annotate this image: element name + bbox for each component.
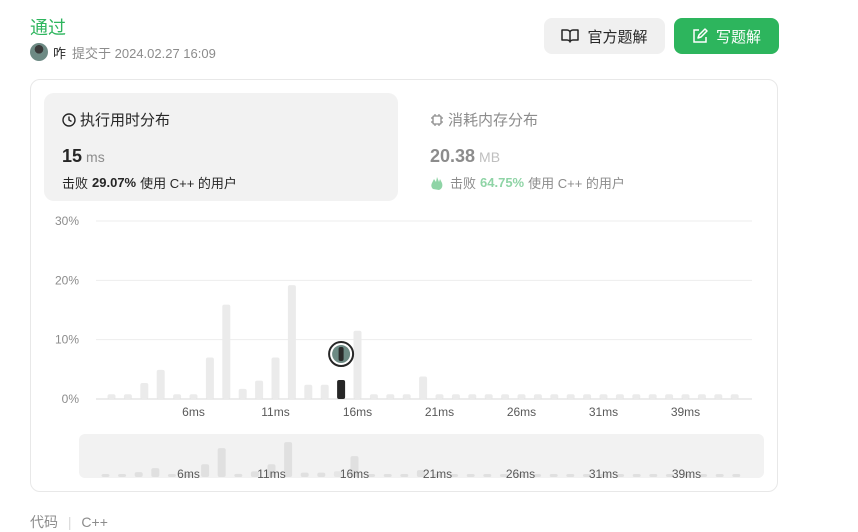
bar-current	[337, 380, 346, 399]
overview-bar	[566, 474, 575, 477]
code-section-header: 代码 | C++	[30, 514, 108, 530]
overview-tick-label: 11ms	[257, 467, 285, 481]
overview-tick-label: 39ms	[672, 467, 701, 481]
overview-bar	[118, 474, 127, 477]
bar	[205, 357, 214, 399]
x-tick-label: 6ms	[182, 405, 205, 419]
bar	[419, 376, 428, 399]
x-tick-label: 31ms	[589, 405, 618, 419]
overview-bar	[466, 474, 475, 477]
bar	[599, 394, 608, 399]
overview-bar	[549, 474, 558, 477]
code-language: C++	[81, 514, 108, 530]
bar	[632, 394, 641, 399]
current-marker-figure	[338, 347, 344, 362]
overview-tick-label: 16ms	[340, 467, 369, 481]
bar	[517, 394, 526, 399]
bar	[369, 394, 378, 399]
code-label: 代码	[30, 514, 58, 530]
y-tick-label: 30%	[55, 214, 79, 228]
bar	[501, 394, 510, 399]
bar	[189, 394, 198, 399]
y-tick-label: 20%	[55, 273, 79, 287]
bar	[714, 394, 723, 399]
overview-bar	[383, 474, 392, 477]
bar	[730, 394, 739, 399]
bar	[615, 394, 624, 399]
bar	[238, 388, 247, 399]
runtime-distribution-chart[interactable]: 30% 20% 10% 0% 6ms 11ms 16ms 21ms 26ms 31ms 39ms 6m…	[0, 0, 858, 522]
overview-tick-label: 21ms	[423, 467, 452, 481]
overview-bar	[400, 474, 409, 477]
bar	[255, 380, 264, 399]
overview-bar	[649, 474, 658, 477]
bar	[287, 285, 296, 399]
overview-bar	[234, 473, 243, 477]
overview-tick-label: 26ms	[506, 467, 535, 481]
bar	[353, 330, 362, 399]
x-tick-label: 21ms	[425, 405, 454, 419]
bar	[386, 394, 395, 399]
x-tick-label: 11ms	[261, 405, 289, 419]
overview-bar	[300, 472, 309, 477]
y-tick-label: 10%	[55, 333, 79, 347]
bar	[468, 394, 477, 399]
overview-tick-label: 6ms	[177, 467, 200, 481]
overview-bar	[201, 464, 210, 477]
bar	[107, 394, 116, 399]
overview-bar	[134, 472, 143, 477]
overview-tick-label: 31ms	[589, 467, 618, 481]
bar	[681, 394, 690, 399]
x-tick-label: 39ms	[671, 405, 700, 419]
x-tick-label: 16ms	[343, 405, 372, 419]
overview-bar	[632, 474, 641, 477]
bar	[550, 394, 559, 399]
bar	[648, 394, 657, 399]
overview-bar	[483, 474, 492, 477]
bar	[222, 304, 231, 399]
bar	[156, 369, 165, 399]
bar	[583, 394, 592, 399]
overview-bar	[151, 468, 160, 477]
bar	[484, 394, 493, 399]
overview-bar	[715, 474, 724, 477]
bar	[533, 394, 542, 399]
bar	[320, 384, 329, 399]
bar	[665, 394, 674, 399]
overview-bar	[732, 474, 741, 477]
bar	[435, 394, 444, 399]
bar	[173, 394, 182, 399]
x-tick-label: 26ms	[507, 405, 536, 419]
y-tick-label: 0%	[62, 392, 80, 406]
bar	[271, 357, 280, 399]
overview-bar	[217, 448, 226, 477]
bar	[566, 394, 575, 399]
overview-bar	[167, 474, 176, 477]
overview-bar	[317, 472, 326, 477]
bar	[304, 384, 313, 399]
bar	[697, 394, 706, 399]
overview-bar	[101, 474, 110, 477]
bar	[451, 394, 460, 399]
bar	[123, 394, 132, 399]
bar	[140, 382, 149, 399]
bar	[402, 394, 411, 399]
